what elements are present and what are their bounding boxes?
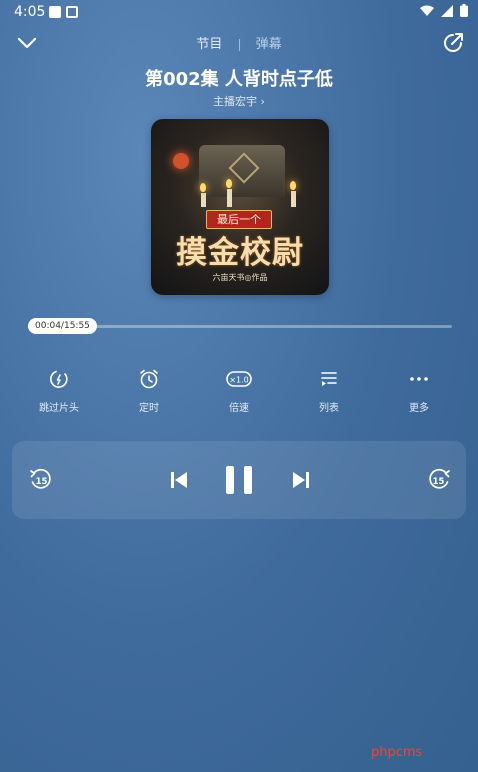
cover-flame xyxy=(226,179,232,188)
notification-icon xyxy=(49,6,61,18)
pause-icon xyxy=(226,466,252,494)
tab-program[interactable]: 节目 xyxy=(196,33,222,52)
player-controls: 15 15 xyxy=(12,441,466,519)
forward-15-button[interactable]: 15 xyxy=(426,467,452,497)
cover-author: 六亩天书◎作品 xyxy=(212,273,268,282)
timer-button[interactable]: 定时 xyxy=(104,368,194,414)
cover-flame xyxy=(290,181,296,190)
cover-lantern-art xyxy=(173,153,189,169)
speed-label: 倍速 xyxy=(229,403,249,414)
anchor-name: 主播宏宇 xyxy=(213,95,258,108)
function-row: 跳过片头 定时 ×1.0 倍速 列表 更多 xyxy=(14,368,464,414)
skip-previous-icon xyxy=(171,472,187,488)
progress-thumb[interactable]: 00:04/15:55 xyxy=(28,318,97,334)
cover-candle xyxy=(291,191,296,207)
rewind-seconds: 15 xyxy=(36,477,48,487)
pause-button[interactable] xyxy=(222,463,256,501)
header-tabs: 节目 弹幕 xyxy=(0,33,478,52)
alarm-clock-icon xyxy=(140,369,158,389)
status-bar: 4:05 xyxy=(0,0,478,24)
status-icons xyxy=(420,4,468,17)
share-button[interactable] xyxy=(440,30,466,56)
tab-danmaku[interactable]: 弹幕 xyxy=(256,33,282,52)
cover-title: 摸金校尉 xyxy=(176,235,304,271)
skip-intro-label: 跳过片头 xyxy=(39,403,79,414)
rewind-15-button[interactable]: 15 xyxy=(28,467,54,497)
speed-badge: ×1.0 xyxy=(229,376,248,385)
playlist-button[interactable]: 列表 xyxy=(284,368,374,414)
signal-icon xyxy=(441,4,453,17)
cover-chest-art xyxy=(199,145,285,197)
next-button[interactable] xyxy=(290,469,312,495)
episode-title: 第002集 人背时点子低 xyxy=(145,69,333,90)
skip-next-icon xyxy=(293,472,309,488)
speed-1x-icon: ×1.0 xyxy=(226,371,252,387)
album-cover: 最后一个 摸金校尉 六亩天书◎作品 xyxy=(151,119,329,295)
playlist-label: 列表 xyxy=(319,403,339,414)
chevron-right-icon: › xyxy=(260,95,265,108)
timer-label: 定时 xyxy=(139,403,159,414)
cover-flame xyxy=(200,183,206,192)
image-notification-icon xyxy=(66,6,78,18)
skip-intro-icon xyxy=(50,370,68,388)
previous-button[interactable] xyxy=(168,469,190,495)
rewind-15-icon: 15 xyxy=(30,468,51,489)
tab-divider xyxy=(238,38,240,51)
watermark: phpcms xyxy=(371,745,423,760)
forward-15-icon: 15 xyxy=(429,468,450,489)
wifi-icon xyxy=(420,5,434,16)
battery-icon xyxy=(460,4,468,17)
more-button[interactable]: 更多 xyxy=(374,368,464,414)
skip-intro-button[interactable]: 跳过片头 xyxy=(14,368,104,414)
status-time: 4:05 xyxy=(14,4,46,20)
more-label: 更多 xyxy=(409,403,429,414)
playlist-icon xyxy=(321,372,337,386)
anchor-link[interactable]: 主播宏宇 › xyxy=(0,93,478,109)
cover-candle xyxy=(227,189,232,207)
speed-button[interactable]: ×1.0 倍速 xyxy=(194,368,284,414)
forward-seconds: 15 xyxy=(433,477,445,487)
share-icon xyxy=(444,33,463,52)
cover-candle xyxy=(201,193,206,207)
more-dots-icon xyxy=(410,377,428,381)
